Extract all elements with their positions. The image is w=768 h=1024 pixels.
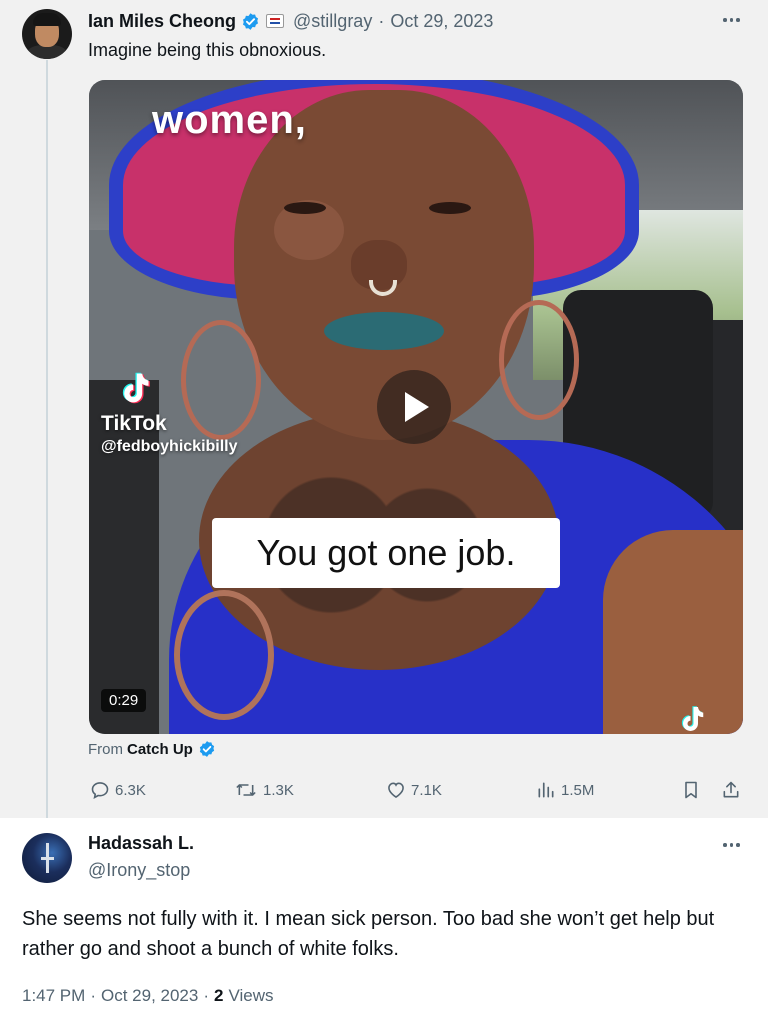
meta-separator: ·	[90, 986, 96, 1005]
affiliation-flag-icon	[266, 14, 285, 28]
reply-more-options-icon[interactable]	[723, 843, 740, 847]
play-button[interactable]	[377, 370, 451, 444]
reply-views-count: 2	[214, 986, 224, 1005]
video-duration: 0:29	[101, 689, 147, 712]
bookmark-icon[interactable]	[681, 780, 701, 800]
tiktok-logo-icon	[122, 372, 150, 404]
author-handle[interactable]: @stillgray	[293, 11, 372, 32]
author-name[interactable]: Ian Miles Cheong	[88, 11, 236, 32]
reply-metadata: 1:47 PM · Oct 29, 2023 · 2 Views	[22, 986, 274, 1006]
like-count: 7.1K	[411, 781, 442, 799]
source-prefix: From	[88, 740, 123, 758]
analytics-icon	[538, 782, 554, 798]
verified-badge-icon	[241, 12, 260, 31]
author-avatar[interactable]	[22, 9, 72, 59]
tweet-text: Imagine being this obnoxious.	[88, 40, 327, 60]
video-player[interactable]: women, TikTok @fedboyhickibilly You got …	[89, 80, 743, 734]
share-icon[interactable]	[721, 780, 741, 800]
reply-icon	[91, 782, 109, 800]
source-name[interactable]: Catch Up	[127, 741, 193, 758]
tiktok-watermark-icon	[681, 706, 704, 731]
repost-icon	[236, 784, 256, 796]
thread-line	[46, 60, 48, 818]
more-options-icon[interactable]	[723, 18, 740, 22]
source-verified-icon	[198, 740, 216, 758]
reply-time[interactable]: 1:47 PM	[22, 986, 85, 1006]
views-count: 1.5M	[561, 781, 595, 799]
tiktok-wordmark: TikTok	[101, 412, 167, 435]
quoted-tweet[interactable]: Ian Miles Cheong @stillgray · Oct 29, 20…	[0, 0, 768, 818]
meta-separator-2: ·	[203, 986, 209, 1005]
repost-action[interactable]: 1.3K	[234, 780, 294, 800]
reply-count: 6.3K	[115, 781, 146, 799]
reply-text: She seems not fully with it. I mean sick…	[22, 908, 715, 960]
reply-views-label: Views	[228, 986, 274, 1005]
reply-action[interactable]: 6.3K	[90, 780, 146, 800]
reply-author-handle[interactable]: @Irony_stop	[88, 860, 190, 881]
video-caption-top: women,	[152, 98, 307, 142]
header-separator: ·	[378, 10, 385, 31]
media-source: From Catch Up	[88, 740, 216, 758]
like-action[interactable]: 7.1K	[386, 780, 442, 800]
tweet-header: Ian Miles Cheong @stillgray · Oct 29, 20…	[88, 10, 493, 32]
reply-date[interactable]: Oct 29, 2023	[101, 986, 198, 1006]
views-action[interactable]: 1.5M	[536, 780, 594, 800]
tiktok-username: @fedboyhickibilly	[101, 438, 238, 455]
video-caption-middle: You got one job.	[212, 518, 560, 588]
tweet-date[interactable]: Oct 29, 2023	[390, 11, 493, 32]
heart-icon	[388, 782, 404, 799]
reply-avatar[interactable]	[22, 833, 72, 883]
reply-author-name[interactable]: Hadassah L.	[88, 833, 194, 854]
repost-count: 1.3K	[263, 781, 294, 799]
